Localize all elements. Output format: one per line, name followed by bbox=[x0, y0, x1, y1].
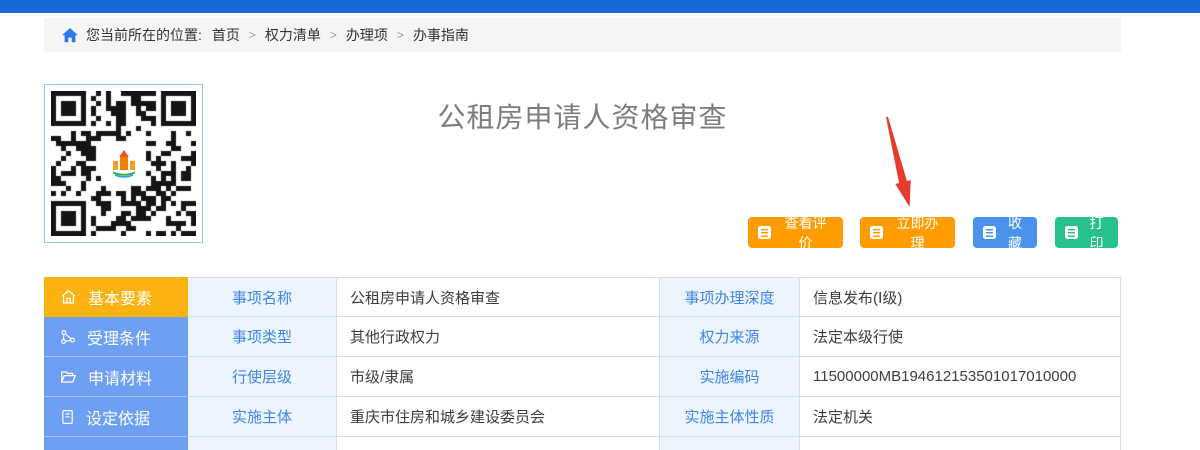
row-label bbox=[188, 437, 337, 450]
sidebar-item-label: 基本要素 bbox=[88, 285, 152, 309]
print-button[interactable]: 打印 bbox=[1055, 217, 1118, 248]
favorite-label: 收藏 bbox=[1003, 213, 1027, 253]
folder-icon bbox=[59, 368, 78, 386]
row-label: 行使层级 bbox=[188, 357, 337, 397]
row-value: 其他行政权力 bbox=[337, 317, 660, 357]
breadcrumb-current-guide: 办事指南 bbox=[413, 25, 469, 45]
view-evaluation-label: 查看评价 bbox=[778, 213, 833, 253]
site-logo bbox=[106, 146, 142, 182]
row-value: 重庆市住房和城乡建设委员会 bbox=[337, 397, 660, 437]
row-value: 公租房申请人资格审查 bbox=[337, 277, 660, 317]
sidebar-item-basic-elements[interactable]: 基本要素 bbox=[44, 277, 188, 317]
row-label: 实施主体性质 bbox=[660, 397, 800, 437]
breadcrumb-separator: > bbox=[249, 28, 256, 42]
sidebar-item-label: 申请材料 bbox=[88, 365, 152, 389]
row-value bbox=[800, 437, 1121, 450]
top-nav-bar bbox=[0, 0, 1200, 13]
row-label: 实施主体 bbox=[188, 397, 337, 437]
breadcrumb-power-list[interactable]: 权力清单 bbox=[265, 25, 321, 45]
breadcrumb-home[interactable]: 首页 bbox=[212, 25, 240, 45]
row-label: 事项名称 bbox=[188, 277, 337, 317]
page: 您当前所在的位置: 首页 > 权力清单 > 办理项 > 办事指南 公租房申请人资… bbox=[0, 0, 1200, 450]
sidebar-filler bbox=[44, 437, 188, 450]
row-value bbox=[337, 437, 660, 450]
row-label: 实施编码 bbox=[660, 357, 800, 397]
breadcrumb-prefix: 您当前所在的位置: bbox=[86, 25, 202, 45]
sidebar-item-setting-basis[interactable]: 设定依据 bbox=[44, 397, 188, 437]
row-label bbox=[660, 437, 800, 450]
breadcrumb-handling-item[interactable]: 办理项 bbox=[346, 25, 388, 45]
document-icon bbox=[870, 226, 883, 239]
sidebar-item-application-materials[interactable]: 申请材料 bbox=[44, 357, 188, 397]
row-value: 市级/隶属 bbox=[337, 357, 660, 397]
row-label: 权力来源 bbox=[660, 317, 800, 357]
breadcrumb: 您当前所在的位置: 首页 > 权力清单 > 办理项 > 办事指南 bbox=[44, 18, 1121, 52]
page-title: 公租房申请人资格审查 bbox=[44, 96, 1121, 136]
sidebar-item-label: 受理条件 bbox=[87, 325, 151, 349]
document-icon bbox=[758, 226, 771, 239]
document-icon bbox=[1065, 226, 1078, 239]
nodes-icon bbox=[59, 328, 77, 346]
handle-now-label: 立即办理 bbox=[890, 213, 945, 253]
building-logo-icon bbox=[109, 149, 139, 179]
info-table: 基本要素 事项名称 公租房申请人资格审查 事项办理深度 信息发布(Ⅰ级) 受理条… bbox=[44, 277, 1121, 450]
sidebar-item-label: 设定依据 bbox=[86, 405, 150, 429]
favorite-button[interactable]: 收藏 bbox=[973, 217, 1037, 248]
house-icon bbox=[59, 288, 78, 306]
breadcrumb-separator: > bbox=[397, 28, 404, 42]
row-label: 事项类型 bbox=[188, 317, 337, 357]
row-value: 信息发布(Ⅰ级) bbox=[800, 277, 1121, 317]
sidebar-item-acceptance-conditions[interactable]: 受理条件 bbox=[44, 317, 188, 357]
print-label: 打印 bbox=[1085, 213, 1108, 253]
row-value: 法定机关 bbox=[800, 397, 1121, 437]
document-icon bbox=[983, 226, 996, 239]
view-evaluation-button[interactable]: 查看评价 bbox=[748, 217, 843, 248]
breadcrumb-separator: > bbox=[330, 28, 337, 42]
handle-now-button[interactable]: 立即办理 bbox=[860, 217, 955, 248]
row-value: 11500000MB194612153501017010000 bbox=[800, 357, 1121, 397]
row-value: 法定本级行使 bbox=[800, 317, 1121, 357]
home-icon bbox=[62, 28, 78, 43]
document-outline-icon bbox=[59, 408, 76, 426]
row-label: 事项办理深度 bbox=[660, 277, 800, 317]
